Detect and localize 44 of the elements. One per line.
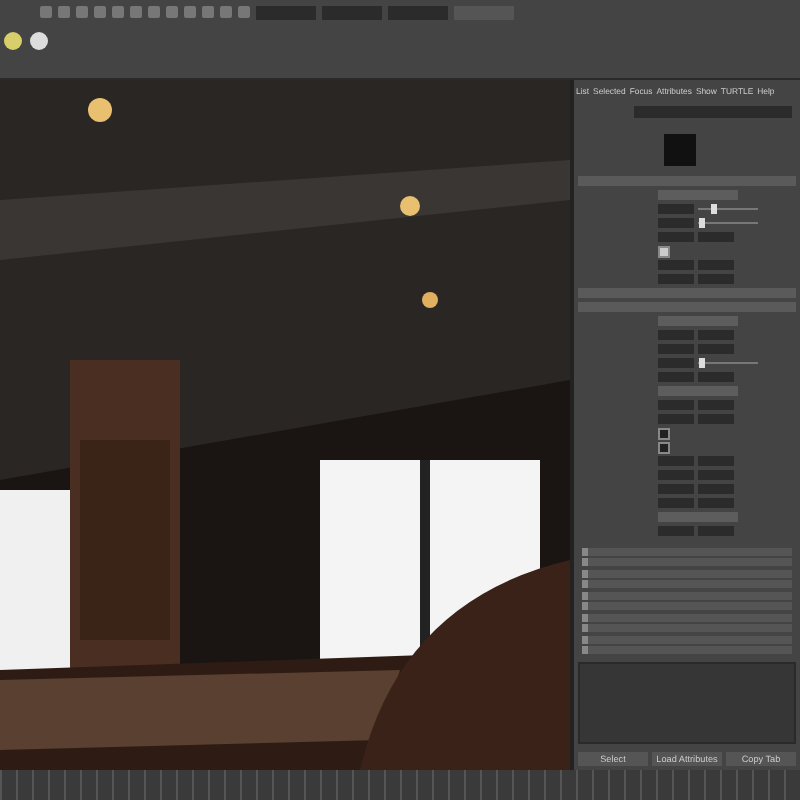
input-field[interactable] — [698, 274, 734, 284]
input-field[interactable] — [658, 526, 694, 536]
input-field[interactable] — [658, 456, 694, 466]
input-field[interactable] — [658, 400, 694, 410]
input-field[interactable] — [698, 372, 734, 382]
input-field[interactable] — [658, 358, 694, 368]
slider-thumb[interactable] — [698, 358, 704, 368]
input-field[interactable] — [658, 498, 694, 508]
input-field[interactable] — [658, 274, 694, 284]
input-field[interactable] — [658, 414, 694, 424]
checkbox[interactable] — [658, 427, 670, 439]
input-field[interactable] — [698, 330, 734, 340]
checkbox[interactable] — [658, 245, 670, 257]
input-field[interactable] — [698, 470, 734, 480]
input-field[interactable] — [698, 484, 734, 494]
input-field[interactable] — [698, 414, 734, 424]
input-field[interactable] — [698, 400, 734, 410]
input-field[interactable] — [388, 5, 448, 19]
dropdown[interactable] — [658, 386, 738, 396]
input-field[interactable] — [658, 344, 694, 354]
input-field[interactable] — [256, 5, 316, 19]
dropdown[interactable] — [658, 316, 738, 326]
slider-thumb[interactable] — [698, 218, 704, 228]
input-field[interactable] — [658, 372, 694, 382]
input-field[interactable] — [698, 498, 734, 508]
sphere-icon[interactable] — [30, 32, 48, 50]
input-field[interactable] — [322, 5, 382, 19]
checkbox[interactable] — [658, 441, 670, 453]
input-field[interactable] — [658, 260, 694, 270]
input-field[interactable] — [698, 344, 734, 354]
input-field[interactable] — [658, 330, 694, 340]
dropdown[interactable] — [658, 512, 738, 522]
input-field[interactable] — [634, 106, 792, 118]
notes-field[interactable] — [578, 661, 796, 744]
input-field[interactable] — [658, 470, 694, 480]
slider-thumb[interactable] — [710, 204, 716, 214]
input-field[interactable] — [698, 232, 734, 242]
input-field[interactable] — [698, 260, 734, 270]
input-field[interactable] — [658, 232, 694, 242]
input-field[interactable] — [698, 526, 734, 536]
input-field[interactable] — [698, 456, 734, 466]
input-field[interactable] — [658, 484, 694, 494]
input-field[interactable] — [658, 204, 694, 214]
input-field[interactable] — [658, 218, 694, 228]
